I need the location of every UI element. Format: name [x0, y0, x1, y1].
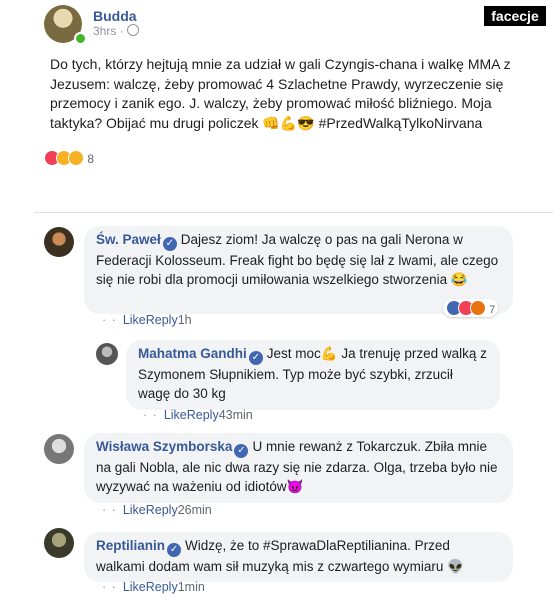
comment-reactions[interactable]: 7	[443, 299, 499, 317]
post-meta: 3hrs ·	[93, 24, 140, 38]
verified-badge-icon: ✓	[234, 444, 249, 458]
like-link[interactable]: Like	[123, 313, 146, 327]
divider	[34, 212, 553, 213]
wow-reaction-icon	[68, 150, 84, 166]
post-author[interactable]: Budda	[93, 8, 137, 24]
more-options-icon[interactable]: · ·	[102, 313, 117, 327]
comment-author[interactable]: Św. Paweł	[96, 232, 161, 247]
comment-author[interactable]: Reptilianin	[96, 538, 165, 553]
like-link[interactable]: Like	[123, 580, 146, 594]
post-reaction-count: 8	[87, 152, 95, 166]
online-indicator	[74, 32, 87, 45]
verified-badge-icon: ✓	[248, 351, 263, 365]
reply-link[interactable]: Reply	[146, 313, 178, 327]
comment-time[interactable]: 43min	[219, 408, 253, 422]
post-time[interactable]: 3hrs	[93, 24, 116, 38]
verified-badge-icon: ✓	[167, 543, 182, 557]
brand-watermark: facecje	[484, 6, 546, 26]
comment-time[interactable]: 26min	[178, 503, 212, 517]
globe-icon	[127, 24, 140, 36]
reply-link[interactable]: Reply	[146, 503, 178, 517]
more-options-icon[interactable]: · ·	[143, 408, 158, 422]
comment-time[interactable]: 1min	[178, 580, 205, 594]
comment-reaction-count: 7	[489, 304, 496, 316]
comment-bubble: Reptilianin ✓ Widzę, że to #SprawaDlaRepti…	[84, 532, 513, 582]
reply-link[interactable]: Reply	[187, 408, 219, 422]
reply-avatar[interactable]	[96, 343, 118, 365]
post-reactions[interactable]: 8	[44, 150, 94, 166]
comment-avatar[interactable]	[44, 528, 74, 558]
verified-badge-icon: ✓	[162, 237, 177, 251]
comment-bubble: Wisława Szymborska ✓ U mnie rewanż z Tokar…	[84, 433, 513, 503]
reply-link[interactable]: Reply	[146, 580, 178, 594]
comment-actions: · · LikeReply1h	[102, 313, 192, 327]
more-options-icon[interactable]: · ·	[102, 580, 117, 594]
comment-actions: · · LikeReply43min	[143, 408, 253, 422]
comment-author[interactable]: Wisława Szymborska	[96, 439, 232, 454]
like-link[interactable]: Like	[123, 503, 146, 517]
more-options-icon[interactable]: · ·	[102, 503, 117, 517]
angry-reaction-icon	[470, 300, 486, 316]
comment-actions: · · LikeReply26min	[102, 503, 212, 517]
comment-author[interactable]: Mahatma Gandhi	[138, 346, 247, 361]
post-text: Do tych, którzy hejtują mnie za udział w…	[50, 56, 511, 131]
comment-bubble: Mahatma Gandhi ✓ Jest moc💪 Ja trenuję prze…	[126, 340, 500, 410]
separator: ·	[119, 24, 124, 38]
comment-avatar[interactable]	[44, 434, 74, 464]
comment-actions: · · LikeReply1min	[102, 580, 205, 594]
like-link[interactable]: Like	[164, 408, 187, 422]
comment-avatar[interactable]	[44, 227, 74, 257]
comment-time[interactable]: 1h	[178, 313, 192, 327]
